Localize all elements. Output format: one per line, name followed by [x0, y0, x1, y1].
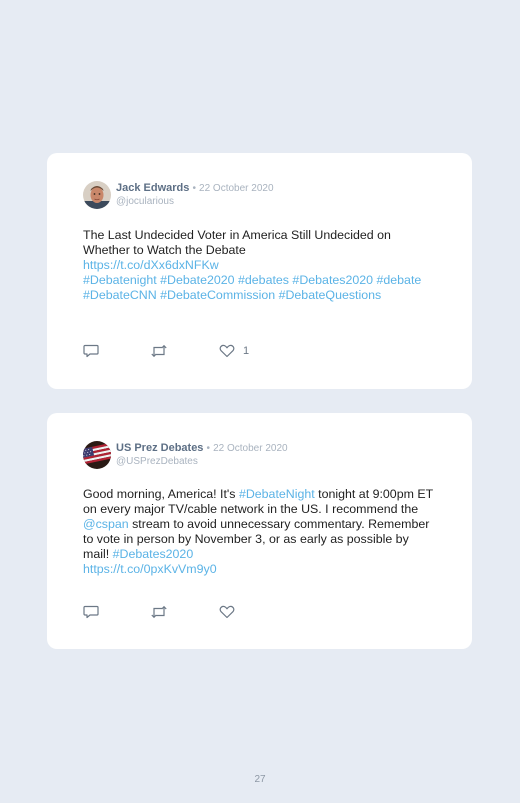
- author-line: US Prez Debates • 22 October 2020: [116, 442, 288, 454]
- reply-icon: [83, 605, 99, 619]
- retweet-icon: [151, 605, 167, 619]
- american-flag-icon: [83, 441, 111, 469]
- author-line: Jack Edwards • 22 October 2020: [116, 182, 274, 194]
- like-button[interactable]: [219, 604, 243, 620]
- tweet-text: The Last Undecided Voter in America Stil…: [83, 228, 438, 303]
- person-photo-icon: [83, 181, 111, 209]
- avatar[interactable]: [83, 181, 111, 209]
- retweet-button[interactable]: [150, 604, 168, 620]
- tweet-card: US Prez Debates • 22 October 2020 @USPre…: [47, 413, 472, 649]
- heart-icon: [219, 344, 235, 358]
- tweet-actions: 1: [83, 343, 283, 359]
- heart-icon: [219, 605, 235, 619]
- like-button[interactable]: 1: [219, 343, 249, 359]
- retweet-icon: [151, 344, 167, 358]
- hashtag-list[interactable]: #Debatenight #Debate2020 #debates #Debat…: [83, 273, 421, 302]
- avatar[interactable]: [83, 441, 111, 469]
- author-name[interactable]: Jack Edwards: [116, 182, 189, 194]
- hashtag[interactable]: #DebateNight: [239, 487, 315, 501]
- tweet-text: Good morning, America! It's #DebateNight…: [83, 487, 438, 577]
- tweet-actions: [83, 604, 283, 620]
- reply-button[interactable]: [83, 343, 99, 359]
- hashtag[interactable]: #Debates2020: [113, 547, 194, 561]
- like-count: 1: [243, 345, 250, 357]
- reply-icon: [83, 344, 99, 358]
- separator-dot: •: [192, 183, 196, 194]
- tweet-link[interactable]: https://t.co/dXx6dxNFKw: [83, 258, 219, 272]
- author-name[interactable]: US Prez Debates: [116, 442, 203, 454]
- retweet-button[interactable]: [150, 343, 168, 359]
- author-handle[interactable]: @jocularious: [116, 196, 174, 207]
- tweet-text-segment: Good morning, America! It's: [83, 487, 239, 501]
- reply-button[interactable]: [83, 604, 99, 620]
- tweet-text-segment: The Last Undecided Voter in America Stil…: [83, 228, 391, 257]
- tweet-date[interactable]: 22 October 2020: [213, 443, 288, 454]
- separator-dot: •: [206, 443, 211, 454]
- tweet-card: Jack Edwards • 22 October 2020 @joculari…: [47, 153, 472, 389]
- tweet-link[interactable]: https://t.co/0pxKvVm9y0: [83, 562, 217, 576]
- mention[interactable]: @cspan: [83, 517, 129, 531]
- tweet-date[interactable]: 22 October 2020: [199, 183, 274, 194]
- page-number: 27: [254, 774, 266, 785]
- author-handle[interactable]: @USPrezDebates: [116, 456, 198, 467]
